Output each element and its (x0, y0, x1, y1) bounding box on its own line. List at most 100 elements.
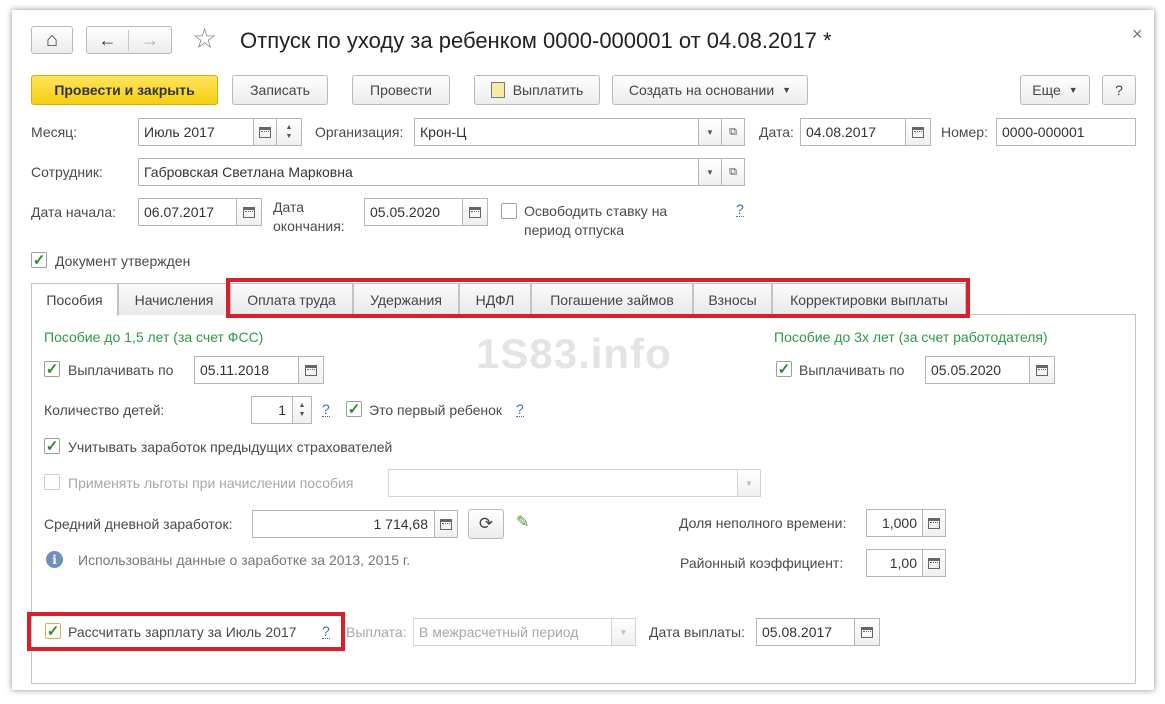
create-based-label: Создать на основании (628, 82, 775, 98)
post-button[interactable]: Провести (352, 75, 450, 105)
first-child-help-link[interactable]: ? (516, 402, 524, 417)
number-field[interactable]: 0000-000001 (996, 118, 1136, 146)
payment-select[interactable]: В межрасчетный период (413, 618, 613, 646)
regional-coefficient-calc-button[interactable] (922, 549, 946, 577)
chevron-down-icon: ▼ (706, 127, 714, 137)
free-rate-help-link[interactable]: ? (736, 202, 744, 217)
pay-date-calendar-button[interactable] (854, 618, 880, 646)
children-count-field[interactable]: 1 (251, 396, 293, 424)
pay-button[interactable]: Выплатить (474, 75, 600, 105)
chevron-down-icon: ▼ (706, 167, 714, 177)
apply-benefits-checkbox[interactable] (44, 474, 60, 490)
free-rate-checkbox[interactable] (501, 203, 517, 219)
employee-dropdown[interactable]: ▼ (698, 158, 722, 186)
employee-label: Сотрудник: (31, 164, 103, 180)
benefits-select-dropdown[interactable]: ▼ (737, 469, 761, 497)
month-spinner[interactable]: ▲ ▼ (276, 118, 302, 146)
spin-up-icon[interactable]: ▲ (286, 123, 293, 132)
open-link-icon: ⧉ (729, 165, 737, 178)
tab-benefits[interactable]: Пособия (31, 283, 118, 316)
approved-checkbox[interactable]: ✓ (31, 252, 47, 268)
part-time-label: Доля неполного времени: (679, 515, 847, 531)
employee-open-button[interactable]: ⧉ (721, 158, 745, 186)
children-count-spinner[interactable]: ▲ ▼ (292, 396, 312, 424)
home-button[interactable]: ⌂ (31, 26, 73, 54)
spin-down-icon[interactable]: ▼ (299, 410, 306, 419)
help-button[interactable]: ? (1102, 75, 1136, 105)
chevron-down-icon: ▼ (1068, 85, 1078, 95)
organization-dropdown[interactable]: ▼ (698, 118, 722, 146)
children-count-help-link[interactable]: ? (322, 402, 330, 417)
edit-pencil-icon[interactable]: ✎ (516, 512, 529, 532)
start-date-calendar-button[interactable] (236, 198, 262, 226)
refresh-icon: ⟳ (478, 514, 494, 533)
date-field[interactable]: 04.08.2017 (800, 118, 906, 146)
prev-insurers-checkbox[interactable]: ✓ (44, 438, 60, 454)
regional-coefficient-field[interactable]: 1,00 (866, 549, 924, 577)
regional-coefficient-label: Районный коэффициент: (680, 555, 844, 571)
close-icon[interactable]: × (1132, 24, 1143, 45)
approved-label: Документ утвержден (55, 253, 191, 269)
organization-label: Организация: (315, 124, 404, 140)
first-child-checkbox[interactable]: ✓ (346, 401, 362, 417)
pay-until-employer-field[interactable]: 05.05.2020 (925, 356, 1031, 384)
end-date-label-line2: окончания: (273, 218, 345, 234)
end-date-calendar-button[interactable] (462, 198, 488, 226)
avg-earnings-field[interactable]: 1 714,68 (252, 510, 435, 538)
calendar-icon (469, 206, 481, 218)
pay-date-field[interactable]: 05.08.2017 (756, 618, 856, 646)
calculator-icon (928, 517, 940, 529)
pay-until-employer-checkbox[interactable]: ✓ (776, 361, 792, 377)
window-title: Отпуск по уходу за ребенком 0000-000001 … (240, 28, 832, 53)
payment-select-dropdown[interactable]: ▼ (611, 618, 636, 646)
pay-date-label: Дата выплаты: (649, 624, 745, 640)
organization-open-button[interactable]: ⧉ (721, 118, 745, 146)
month-calendar-button[interactable] (253, 118, 277, 146)
part-time-field[interactable]: 1,000 (866, 509, 924, 537)
organization-field[interactable]: Крон-Ц (414, 118, 700, 146)
tab-accruals[interactable]: Начисления (118, 283, 230, 315)
calendar-icon (243, 206, 255, 218)
create-based-button[interactable]: Создать на основании ▼ (612, 75, 808, 105)
month-field[interactable]: Июль 2017 (138, 118, 254, 146)
pay-until-fss-checkbox[interactable]: ✓ (44, 361, 60, 377)
first-child-label: Это первый ребенок (369, 402, 503, 418)
pay-until-employer-calendar-button[interactable] (1029, 356, 1055, 384)
children-count-label: Количество детей: (44, 402, 165, 418)
refresh-button[interactable]: ⟳ (468, 509, 504, 539)
start-date-field[interactable]: 06.07.2017 (138, 198, 238, 226)
chevron-down-icon: ▼ (619, 627, 628, 637)
end-date-field[interactable]: 05.05.2020 (364, 198, 464, 226)
calendar-icon (305, 364, 317, 376)
fss-benefit-title: Пособие до 1,5 лет (за счет ФСС) (44, 329, 264, 345)
start-date-label: Дата начала: (31, 204, 117, 220)
free-rate-label-line2: период отпуска (524, 222, 625, 238)
spin-down-icon[interactable]: ▼ (286, 132, 293, 141)
avg-earnings-calc-button[interactable] (434, 510, 458, 538)
spin-up-icon[interactable]: ▲ (299, 401, 306, 410)
prev-insurers-label: Учитывать заработок предыдущих страховат… (68, 439, 393, 455)
pay-until-fss-calendar-button[interactable] (298, 356, 324, 384)
post-and-close-button[interactable]: Провести и закрыть (31, 75, 218, 105)
end-date-label-line1: Дата (273, 199, 305, 215)
more-button[interactable]: Еще ▼ (1020, 75, 1090, 105)
calendar-icon (912, 126, 924, 138)
more-label: Еще (1032, 82, 1061, 98)
pay-until-fss-field[interactable]: 05.11.2018 (194, 356, 300, 384)
pay-until-employer-label: Выплачивать по (799, 362, 905, 378)
benefits-select[interactable] (388, 469, 738, 497)
avg-earnings-label: Средний дневной заработок: (44, 516, 233, 532)
calc-salary-highlight-frame (27, 612, 345, 651)
employee-field[interactable]: Габровская Светлана Марковна (138, 158, 700, 186)
back-icon[interactable]: ← (87, 29, 130, 51)
document-icon (490, 82, 505, 98)
info-icon: i (46, 551, 63, 568)
date-calendar-button[interactable] (905, 118, 931, 146)
number-label: Номер: (941, 124, 988, 140)
pay-button-label: Выплатить (512, 82, 584, 98)
save-button[interactable]: Записать (232, 75, 328, 105)
favorite-star-icon[interactable]: ☆ (192, 22, 217, 55)
part-time-calc-button[interactable] (922, 509, 946, 537)
forward-icon[interactable]: → (129, 30, 171, 51)
calendar-icon (259, 126, 271, 138)
